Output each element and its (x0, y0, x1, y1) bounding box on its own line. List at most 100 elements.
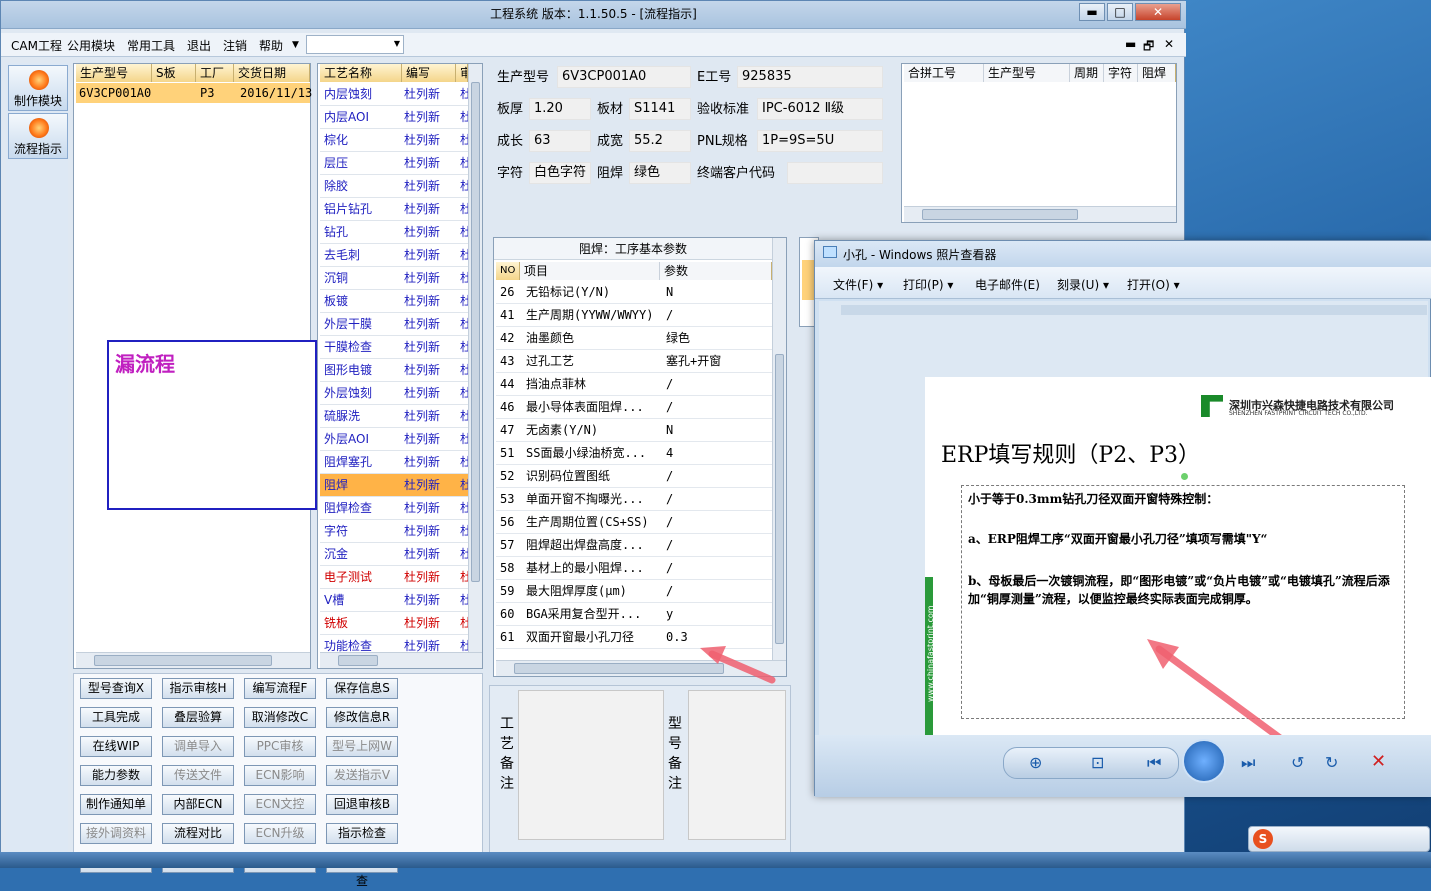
param-row[interactable]: 51 SS面最小绿油桥宽... 4 (496, 442, 772, 465)
param-row[interactable]: 58 基材上的最小阻焊... / (496, 557, 772, 580)
col-process-name[interactable]: 工艺名称 (320, 64, 402, 82)
col-char[interactable]: 字符 (1104, 64, 1138, 82)
menu-help[interactable]: 帮助 (259, 37, 283, 54)
action-button[interactable]: 在线WIP (80, 736, 152, 757)
process-row[interactable]: 电子测试杜列新杜 (320, 566, 470, 589)
craft-remark-field[interactable] (518, 690, 664, 840)
actual-size-icon[interactable]: ⊡ (1091, 753, 1104, 772)
process-row[interactable]: 层压杜列新杜 (320, 152, 470, 175)
vertical-scrollbar[interactable] (468, 64, 482, 652)
rotate-right-icon[interactable]: ↻ (1325, 753, 1338, 772)
action-button[interactable]: 修改信息R (326, 707, 398, 728)
col-param[interactable]: 参数 (660, 262, 772, 280)
param-row[interactable]: 47 无卤素(Y/N) N (496, 419, 772, 442)
action-button[interactable]: 指示检查 (326, 823, 398, 844)
action-button[interactable]: 调单导入 (162, 736, 234, 757)
col-mask[interactable]: 阻焊 (1138, 64, 1176, 82)
process-row[interactable]: 内层AOI杜列新杜 (320, 106, 470, 129)
process-row[interactable]: 除胶杜列新杜 (320, 175, 470, 198)
action-button[interactable]: 制作通知单 (80, 794, 152, 815)
param-row[interactable]: 52 识别码位置图纸 / (496, 465, 772, 488)
viewer-menu-email[interactable]: 电子邮件(E) (975, 276, 1040, 293)
table-row[interactable]: 6V3CP001A0 P3 2016/11/13 (76, 83, 312, 103)
ime-toolbar[interactable]: S (1248, 826, 1430, 852)
menu-logout[interactable]: 注销 (223, 37, 247, 54)
delete-icon[interactable]: ✕ (1371, 751, 1386, 772)
viewer-menu-print[interactable]: 打印(P) ▾ (903, 276, 953, 293)
menu-common-module[interactable]: 公用模块 (67, 37, 115, 54)
process-row[interactable]: 铣板杜列新杜 (320, 612, 470, 635)
col-no[interactable]: NO (496, 262, 520, 280)
process-row[interactable]: V槽杜列新杜 (320, 589, 470, 612)
process-row[interactable]: 外层干膜杜列新杜 (320, 313, 470, 336)
param-row[interactable]: 53 单面开窗不掏曝光... / (496, 488, 772, 511)
col-cycle[interactable]: 周期 (1070, 64, 1104, 82)
menu-tools[interactable]: 常用工具 (127, 37, 175, 54)
inner-restore-button[interactable]: 🗗 (1143, 37, 1154, 58)
action-button[interactable]: 编写流程F (244, 678, 316, 699)
viewer-menu-file[interactable]: 文件(F) ▾ (833, 276, 883, 293)
process-row[interactable]: 铝片钻孔杜列新杜 (320, 198, 470, 221)
action-button[interactable]: 回退审核B (326, 794, 398, 815)
col-writer[interactable]: 编写 (402, 64, 456, 82)
menu-exit[interactable]: 退出 (187, 37, 211, 54)
slideshow-button[interactable] (1182, 739, 1226, 783)
param-row[interactable]: 42 油墨颜色 绿色 (496, 327, 772, 350)
flow-instruct-button[interactable]: 流程指示 (8, 113, 68, 159)
model-remark-field[interactable] (688, 690, 786, 840)
param-row[interactable]: 26 无铅标记(Y/N) N (496, 281, 772, 304)
action-button[interactable]: 型号上网W (326, 736, 398, 757)
next-icon[interactable]: ⏭ (1241, 753, 1255, 773)
inner-minimize-button[interactable]: ▬ (1125, 37, 1136, 51)
param-row[interactable]: 57 阻焊超出焊盘高度... / (496, 534, 772, 557)
process-row[interactable]: 板镀杜列新杜 (320, 290, 470, 313)
process-row[interactable]: 字符杜列新杜 (320, 520, 470, 543)
param-row[interactable]: 46 最小导体表面阻焊... / (496, 396, 772, 419)
action-button[interactable]: ECN文控 (244, 794, 316, 815)
viewer-menu-burn[interactable]: 刻录(U) ▾ (1057, 276, 1109, 293)
param-row[interactable]: 43 过孔工艺 塞孔+开窗 (496, 350, 772, 373)
process-row[interactable]: 图形电镀杜列新杜 (320, 359, 470, 382)
col-s-board[interactable]: S板 (152, 64, 196, 82)
action-button[interactable]: ECN升级 (244, 823, 316, 844)
process-row[interactable]: 沉铜杜列新杜 (320, 267, 470, 290)
horizontal-scrollbar[interactable] (904, 206, 1176, 222)
col-factory[interactable]: 工厂 (196, 64, 234, 82)
action-button[interactable]: PPC审核 (244, 736, 316, 757)
action-button[interactable]: 型号查询X (80, 678, 152, 699)
close-button[interactable]: ✕ (1135, 3, 1181, 21)
vertical-scrollbar[interactable] (772, 238, 786, 660)
rotate-left-icon[interactable]: ↺ (1291, 753, 1304, 772)
col-merge-no[interactable]: 合拼工号 (904, 64, 984, 82)
viewer-menu-open[interactable]: 打开(O) ▾ (1127, 276, 1180, 293)
process-row[interactable]: 阻焊杜列新杜 (320, 474, 470, 497)
action-button[interactable]: 接外调资料 (80, 823, 152, 844)
action-button[interactable]: 发送指示V (326, 765, 398, 786)
process-row[interactable]: 干膜检查杜列新杜 (320, 336, 470, 359)
inner-close-button[interactable]: ✕ (1164, 37, 1174, 51)
previous-icon[interactable]: ⏮ (1147, 753, 1161, 773)
action-button[interactable]: ECN影响 (244, 765, 316, 786)
horizontal-scrollbar[interactable] (320, 652, 482, 668)
horizontal-scrollbar[interactable] (76, 652, 310, 668)
process-row[interactable]: 外层蚀刻杜列新杜 (320, 382, 470, 405)
action-button[interactable]: 保存信息S (326, 678, 398, 699)
chevron-down-icon[interactable]: ▼ (292, 40, 299, 50)
process-row[interactable]: 硫脲洗杜列新杜 (320, 405, 470, 428)
toolbar-combo[interactable]: ▼ (306, 35, 404, 54)
process-row[interactable]: 棕化杜列新杜 (320, 129, 470, 152)
maximize-button[interactable]: □ (1107, 3, 1133, 21)
zoom-icon[interactable]: ⊕ (1029, 753, 1042, 772)
minimize-button[interactable]: ▬ (1079, 3, 1105, 21)
process-row[interactable]: 沉金杜列新杜 (320, 543, 470, 566)
param-row[interactable]: 59 最大阻焊厚度(μm) / (496, 580, 772, 603)
col-item[interactable]: 项目 (520, 262, 660, 280)
col-model[interactable]: 生产型号 (76, 64, 152, 82)
process-row[interactable]: 阻焊塞孔杜列新杜 (320, 451, 470, 474)
action-button[interactable]: 工具完成 (80, 707, 152, 728)
process-row[interactable]: 钻孔杜列新杜 (320, 221, 470, 244)
col-merge-model[interactable]: 生产型号 (984, 64, 1070, 82)
param-row[interactable]: 41 生产周期(YYWW/WWYY) / (496, 304, 772, 327)
process-row[interactable]: 内层蚀刻杜列新杜 (320, 83, 470, 106)
action-button[interactable]: 传送文件 (162, 765, 234, 786)
